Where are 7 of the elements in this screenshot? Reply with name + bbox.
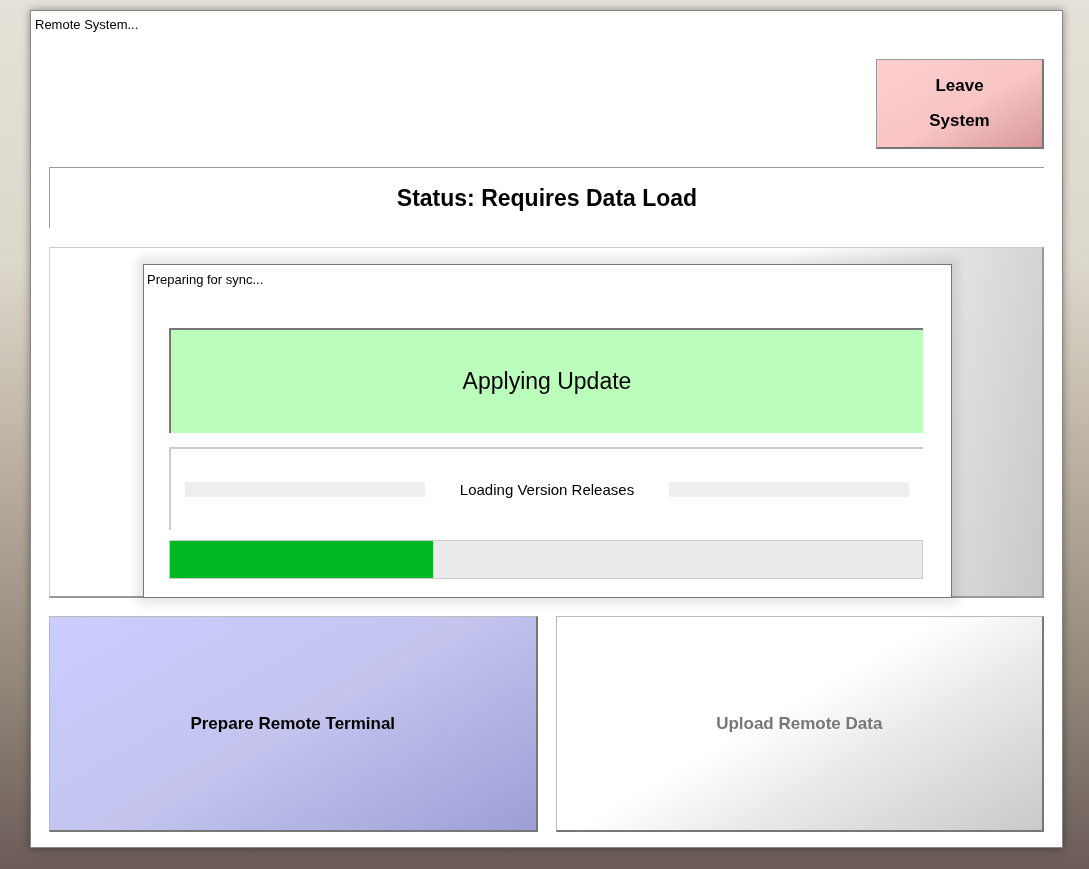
window-title: Remote System... [35,17,140,33]
action-button[interactable]: Prepare Remote Terminal [49,616,538,832]
leave-system-button[interactable]: Leave System [876,59,1044,149]
status-text: Status: Requires Data Load [396,184,698,212]
banner-text: Applying Update [462,368,632,395]
dialog-title: Preparing for sync... [147,272,265,288]
step-text: Loading Version Releases [459,481,635,498]
